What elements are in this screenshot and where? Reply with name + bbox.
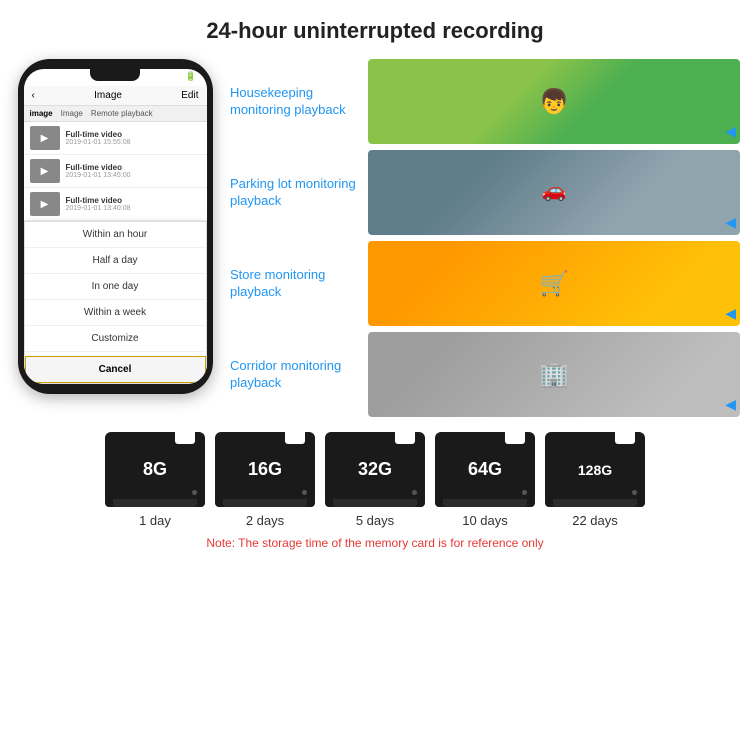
video-date-1: 2019-01-01 15:55:08 [66, 139, 201, 146]
screen-title: Image [94, 90, 122, 101]
monitoring-label-1: Housekeeping monitoring playback [230, 85, 360, 119]
main-content: 11:44 ▐▐ ▂▄▆ 🔋 ‹ Image Edit image Image … [0, 54, 750, 417]
monitoring-img-3: ◀ [368, 241, 740, 326]
sd-notch-5 [615, 432, 635, 444]
tab-image[interactable]: image [30, 109, 53, 118]
video-info-3: Full-time video 2019-01-01 13:40:08 [66, 196, 201, 212]
monitoring-item-2: Parking lot monitoring playback ◀ [230, 150, 740, 235]
video-item-2[interactable]: ▶ Full-time video 2019-01-01 13:45:00 [24, 155, 207, 188]
sd-dot-3 [412, 490, 417, 495]
phone-notch [90, 69, 140, 81]
popup-item-1[interactable]: Within an hour [25, 222, 206, 248]
tab-image2[interactable]: Image [61, 109, 83, 118]
sd-card-4: 64G [435, 432, 535, 507]
phone-mockup: 11:44 ▐▐ ▂▄▆ 🔋 ‹ Image Edit image Image … [10, 59, 220, 394]
video-info-2: Full-time video 2019-01-01 13:45:00 [66, 163, 201, 179]
storage-item-4: 64G 10 days [435, 432, 535, 528]
back-button[interactable]: ‹ [32, 90, 35, 101]
screen-tabs: image Image Remote playback [24, 106, 207, 122]
storage-item-1: 8G 1 day [105, 432, 205, 528]
popup-item-5[interactable]: Customize [25, 326, 206, 352]
corridor-photo [368, 332, 740, 417]
sd-notch-1 [175, 432, 195, 444]
monitoring-label-3: Store monitoring playback [230, 267, 360, 301]
sd-notch-4 [505, 432, 525, 444]
sd-dot-4 [522, 490, 527, 495]
store-photo [368, 241, 740, 326]
status-icons: ▐▐ ▂▄▆ 🔋 [147, 71, 196, 82]
monitoring-item-3: Store monitoring playback ◀ [230, 241, 740, 326]
storage-cards: 8G 1 day 16G 2 days 32G 5 days [105, 432, 645, 528]
popup-item-3[interactable]: In one day [25, 274, 206, 300]
edit-button[interactable]: Edit [181, 90, 198, 101]
page-title: 24-hour uninterrupted recording [0, 0, 750, 54]
sd-label-3: 32G [358, 459, 392, 480]
parking-photo [368, 150, 740, 235]
video-date-2: 2019-01-01 13:45:00 [66, 172, 201, 179]
monitoring-img-2: ◀ [368, 150, 740, 235]
sd-card-2: 16G [215, 432, 315, 507]
monitoring-item-4: Corridor monitoring playback ◀ [230, 332, 740, 417]
sd-notch-3 [395, 432, 415, 444]
video-item-3[interactable]: ▶ Full-time video 2019-01-01 13:40:08 [24, 188, 207, 221]
sd-label-4: 64G [468, 459, 502, 480]
storage-section: 8G 1 day 16G 2 days 32G 5 days [0, 417, 750, 555]
sd-card-3: 32G [325, 432, 425, 507]
storage-days-2: 2 days [246, 513, 284, 528]
storage-note: Note: The storage time of the memory car… [196, 536, 553, 550]
sd-dot-1 [192, 490, 197, 495]
sd-label-5: 128G [578, 462, 612, 478]
sd-dot-5 [632, 490, 637, 495]
cancel-button[interactable]: Cancel [25, 356, 206, 383]
popup-item-2[interactable]: Half a day [25, 248, 206, 274]
storage-item-3: 32G 5 days [325, 432, 425, 528]
video-thumb-3: ▶ [30, 192, 60, 216]
monitoring-item-1: Housekeeping monitoring playback ◀ [230, 59, 740, 144]
arrow-icon-4: ◀ [725, 396, 736, 413]
storage-days-5: 22 days [572, 513, 618, 528]
monitoring-label-2: Parking lot monitoring playback [230, 176, 360, 210]
sd-dot-2 [302, 490, 307, 495]
arrow-icon-1: ◀ [725, 123, 736, 140]
monitoring-img-1: ◀ [368, 59, 740, 144]
sd-card-5: 128G [545, 432, 645, 507]
popup-item-4[interactable]: Within a week [25, 300, 206, 326]
video-thumb-1: ▶ [30, 126, 60, 150]
clock: 11:44 [34, 72, 56, 82]
storage-days-3: 5 days [356, 513, 394, 528]
monitoring-label-4: Corridor monitoring playback [230, 358, 360, 392]
video-info-1: Full-time video 2019-01-01 15:55:08 [66, 130, 201, 146]
popup-menu: Within an hour Half a day In one day Wit… [24, 221, 207, 384]
storage-days-1: 1 day [139, 513, 171, 528]
phone-screen: 11:44 ▐▐ ▂▄▆ 🔋 ‹ Image Edit image Image … [24, 69, 207, 384]
sd-card-1: 8G [105, 432, 205, 507]
video-item-1[interactable]: ▶ Full-time video 2019-01-01 15:55:08 [24, 122, 207, 155]
tab-remote-playback[interactable]: Remote playback [91, 109, 153, 118]
video-title-3: Full-time video [66, 196, 201, 205]
sd-notch-2 [285, 432, 305, 444]
arrow-icon-2: ◀ [725, 214, 736, 231]
sd-label-1: 8G [143, 459, 167, 480]
screen-header: ‹ Image Edit [24, 86, 207, 106]
video-date-3: 2019-01-01 13:40:08 [66, 205, 201, 212]
video-title-2: Full-time video [66, 163, 201, 172]
video-thumb-2: ▶ [30, 159, 60, 183]
storage-item-2: 16G 2 days [215, 432, 315, 528]
storage-item-5: 128G 22 days [545, 432, 645, 528]
phone-outer: 11:44 ▐▐ ▂▄▆ 🔋 ‹ Image Edit image Image … [18, 59, 213, 394]
video-title-1: Full-time video [66, 130, 201, 139]
sd-label-2: 16G [248, 459, 282, 480]
monitoring-img-4: ◀ [368, 332, 740, 417]
monitoring-section: Housekeeping monitoring playback ◀ Parki… [230, 54, 740, 417]
housekeeping-photo [368, 59, 740, 144]
storage-days-4: 10 days [462, 513, 508, 528]
arrow-icon-3: ◀ [725, 305, 736, 322]
